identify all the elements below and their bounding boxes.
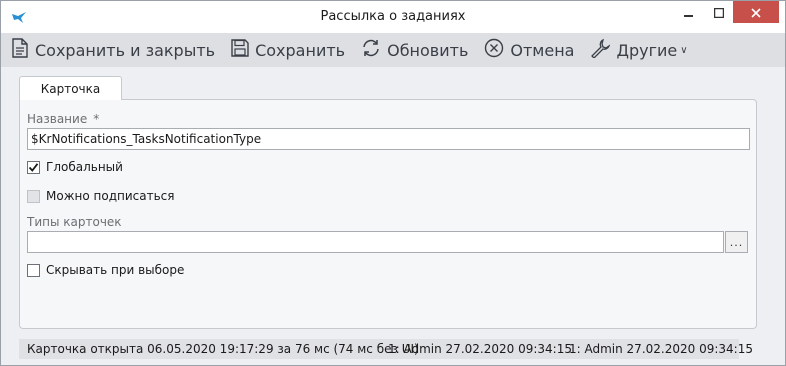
name-field-label: Название *: [27, 112, 99, 126]
title-bar: Рассылка о заданиях: [1, 1, 785, 33]
window: Рассылка о заданиях Сохранить и закрыть …: [0, 0, 786, 366]
refresh-button[interactable]: Обновить: [361, 35, 468, 65]
floppy-disk-icon: [231, 39, 255, 61]
tab-card[interactable]: Карточка: [19, 76, 122, 100]
can-subscribe-checkbox: Можно подписаться: [27, 189, 174, 203]
cancel-label: Отмена: [510, 40, 575, 60]
save-label: Сохранить: [255, 40, 346, 60]
minimize-icon: [684, 3, 694, 22]
global-checkbox-box[interactable]: [27, 160, 40, 174]
minimize-button[interactable]: [673, 1, 705, 23]
refresh-label: Обновить: [387, 40, 469, 60]
status-opened-text: Карточка открыта 06.05.2020 19:17:29 за …: [27, 342, 419, 356]
card-types-label: Типы карточек: [27, 215, 122, 229]
maximize-icon: [713, 3, 725, 22]
name-input[interactable]: [27, 128, 750, 150]
close-button[interactable]: [733, 1, 779, 23]
cancel-button[interactable]: Отмена: [484, 35, 574, 65]
card-types-input[interactable]: [27, 231, 724, 253]
maximize-button[interactable]: [705, 1, 733, 23]
required-marker: *: [93, 112, 100, 126]
chevron-down-icon: ∨: [680, 44, 688, 56]
toolbar: Сохранить и закрыть Сохранить Обновить О…: [1, 33, 785, 67]
global-label: Глобальный: [46, 160, 123, 174]
status-created-text: 1: Admin 27.02.2020 09:34:15: [388, 342, 572, 356]
save-and-close-label: Сохранить и закрыть: [35, 40, 216, 60]
name-label-text: Название: [27, 112, 88, 126]
card-panel: Название * Глобальный Можно подписаться Т…: [19, 99, 757, 329]
card-types-browse-button[interactable]: ...: [725, 231, 748, 253]
can-subscribe-label: Можно подписаться: [46, 189, 175, 203]
can-subscribe-checkbox-box: [27, 189, 40, 203]
other-label: Другие: [616, 40, 678, 60]
status-bar: Карточка открыта 06.05.2020 19:17:29 за …: [19, 339, 753, 359]
refresh-icon: [361, 39, 387, 61]
save-and-close-button[interactable]: Сохранить и закрыть: [11, 35, 215, 65]
hide-on-select-checkbox[interactable]: Скрывать при выборе: [27, 263, 184, 277]
save-button[interactable]: Сохранить: [231, 35, 345, 65]
other-menu-button[interactable]: Другие ∨: [590, 35, 688, 65]
global-checkbox[interactable]: Глобальный: [27, 160, 123, 174]
cancel-circle-icon: [484, 38, 510, 62]
window-title: Рассылка о заданиях: [320, 9, 466, 24]
checkmark-icon: [28, 162, 39, 172]
document-icon: [11, 38, 35, 62]
status-modified-text: 1: Admin 27.02.2020 09:34:15: [569, 342, 753, 356]
tab-card-label: Карточка: [40, 81, 101, 96]
hide-on-select-label: Скрывать при выборе: [46, 263, 185, 277]
close-icon: [751, 3, 761, 22]
wrench-icon: [590, 38, 616, 62]
hide-on-select-checkbox-box[interactable]: [27, 263, 40, 277]
